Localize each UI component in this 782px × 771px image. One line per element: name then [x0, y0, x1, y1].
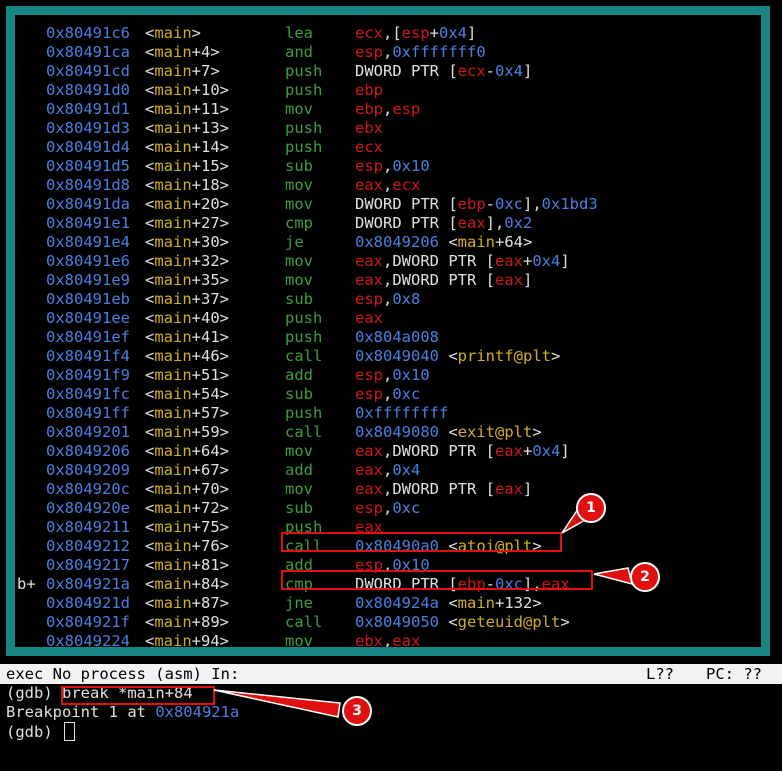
callout-badge-3: 3	[342, 696, 372, 726]
callout-badge-1: 1	[576, 493, 606, 523]
callout-pointers	[213, 505, 634, 718]
callout-badge-2: 2	[630, 562, 660, 592]
